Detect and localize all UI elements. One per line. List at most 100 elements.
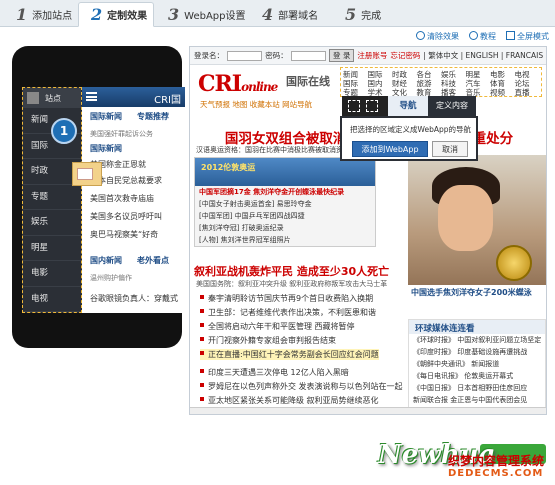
news-bullet[interactable]: 正在直播:中国红十字会常务副会长回应红会问题 <box>208 350 379 359</box>
mobile-tabs-2: 国内新闻 老外看点 <box>90 255 184 271</box>
clear-icon <box>416 31 425 40</box>
site-nav-item[interactable]: 电视 <box>515 70 540 79</box>
site-nav-item[interactable]: 国内 <box>368 79 393 88</box>
media-box: 环球媒体连连看 《环球时报》 中国对叙利亚问题立场坚定 《印度时报》 印度基础设… <box>408 319 546 414</box>
site-nav-item[interactable]: 明星 <box>466 70 491 79</box>
mobile-tab[interactable]: 国内新闻 <box>90 255 137 271</box>
news-bullet[interactable]: 秦宇清明聆访节国庆节再9个首日收费陷入换期 <box>208 294 373 303</box>
site-nav-item[interactable]: 视频 <box>490 88 515 97</box>
logo-tail: online <box>241 80 278 94</box>
mobile-tab[interactable]: 专题推荐 <box>137 111 184 127</box>
site-nav-item[interactable]: 旅游 <box>417 79 442 88</box>
media-row[interactable]: 《印度时报》 印度基础设施再遭挑战 <box>409 346 545 358</box>
login-user-input[interactable] <box>227 50 263 61</box>
login-user-label: 登录名： <box>194 51 224 60</box>
mobile-line[interactable]: 美国首次救寺庙庙 <box>90 193 154 204</box>
add-to-webapp-button[interactable]: 添加到WebApp <box>352 141 428 157</box>
step-webapp-settings[interactable]: 3 WebApp设置 <box>156 2 248 27</box>
site-nav-item[interactable]: 各台 <box>417 70 442 79</box>
red-headline[interactable]: 叙利亚战机轰炸平民 造成至少30人死亡 <box>194 263 389 279</box>
mobile-line[interactable]: 谷歌眼镜负真人：穿戴式 <box>90 293 178 304</box>
olympics-line[interactable]: [中国军团] 中国乒乓军团四战四捷 <box>195 210 375 222</box>
watermark-text: 织梦内容管理系统 <box>448 454 545 468</box>
news-bullet[interactable]: 卫生部：记者维维代表作出决策，不利医患和谐 <box>208 308 376 317</box>
mobile-nav-item[interactable]: 电视 <box>23 287 81 312</box>
wizard-root: { "steps":[ {"num":"1","label":"添加站点"}, … <box>0 0 555 485</box>
step-badge: 1 <box>51 118 77 144</box>
olympics-line[interactable]: [人物] 焦刘洋世界冠军组照片 <box>195 234 375 246</box>
step-add-site[interactable]: 1 添加站点 <box>4 2 76 27</box>
help-label: 教程 <box>480 32 496 41</box>
site-nav-item[interactable]: 科技 <box>441 79 466 88</box>
fullscreen-button[interactable]: 全屏模式 <box>506 31 549 42</box>
steps-bar: 1 添加站点 2 定制效果 3 WebApp设置 4 部署域名 5 完成 <box>0 0 555 27</box>
register-link[interactable]: 注册账号 <box>357 50 387 61</box>
olympics-line[interactable]: [中国女子射击奥运首金] 易思玲夺金 <box>195 198 375 210</box>
news-bullet[interactable]: 印度三天遭遇三次停电 12亿人陷入黑暗 <box>208 368 349 377</box>
site-quick-links[interactable]: 天气预报 地图 收藏本站 网站导航 <box>200 99 312 110</box>
news-bullet[interactable]: 开门视察外籍专家组会审判报告结束 <box>208 336 336 345</box>
site-nav-item[interactable]: 新闻 <box>343 70 368 79</box>
step-label: 定制效果 <box>107 11 148 22</box>
language-links[interactable]: | 繁体中文 | ENGLISH | FRANCAIS | <box>423 50 546 61</box>
tab-navigation[interactable]: 导航 <box>388 96 428 116</box>
clear-effect-button[interactable]: 清除效果 <box>416 31 459 42</box>
step-customize[interactable]: 2 定制效果 <box>78 2 154 27</box>
card-icon <box>72 162 102 186</box>
mobile-tab[interactable]: 国际新闻 <box>90 111 137 127</box>
site-logo[interactable]: CRIonline <box>198 71 278 97</box>
olympics-title[interactable]: 中国军团摘17金 焦刘洋夺金开创蝶泳最快纪录 <box>195 186 375 198</box>
mobile-line[interactable]: 奥巴马视察美“好奇 <box>90 229 158 240</box>
horizontal-scrollbar[interactable] <box>190 407 546 414</box>
login-button[interactable]: 登 录 <box>328 49 355 62</box>
olympics-line[interactable]: [焦刘洋夺冠] 打破奥运纪录 <box>195 222 375 234</box>
mobile-nav-item[interactable]: 明星 <box>23 236 81 261</box>
site-nav-item[interactable]: 国际 <box>368 70 393 79</box>
mobile-line: 温州购护偏作 <box>90 274 132 282</box>
mobile-home[interactable]: 站点 <box>23 88 81 108</box>
media-row[interactable]: 《朝鲜中央通讯》 新闻报道 <box>409 358 545 370</box>
mobile-line[interactable]: 美国多名议员呼吁叫 <box>90 211 162 222</box>
olympics-box: 2012伦敦奥运 中国军团摘17金 焦刘洋夺金开创蝶泳最快纪录 [中国女子射击奥… <box>194 157 376 247</box>
media-row[interactable]: 《每日电讯报》 伦敦奥运开幕式 <box>409 370 545 382</box>
olympics-year: 2012伦敦奥运 <box>201 163 256 172</box>
red-subheadline[interactable]: 美国国务院：叙利亚冲突升级 叙利亚政府称叛军攻击大马士革 <box>196 279 387 289</box>
forgot-link[interactable]: 忘记密码 <box>390 50 420 61</box>
mobile-header: CRI国 <box>82 87 185 107</box>
mobile-nav-item[interactable]: 专题 <box>23 185 81 210</box>
bullet-icon <box>200 369 204 373</box>
news-bullet[interactable]: 罗姆尼在以色列声称外交 发表演说称与以色列站在一起 <box>208 382 403 391</box>
menu-icon[interactable] <box>86 92 97 101</box>
media-row[interactable]: 《环球时报》 中国对叙利亚问题立场坚定 <box>409 334 545 346</box>
media-row[interactable]: 《中国日报》 日本首相野田佳彦回应 <box>409 382 545 394</box>
site-nav-item[interactable]: 论坛 <box>515 79 540 88</box>
step-finish[interactable]: 5 完成 <box>333 2 393 27</box>
site-nav-item[interactable]: 时政 <box>392 70 417 79</box>
site-nav-item[interactable]: 体育 <box>490 79 515 88</box>
mobile-nav-item[interactable]: 娱乐 <box>23 210 81 236</box>
site-nav-item[interactable]: 直播 <box>515 88 540 97</box>
site-nav-item[interactable]: 财经 <box>392 79 417 88</box>
news-photo[interactable]: 中国选手焦刘洋夺女子200米蝶泳 <box>408 155 546 299</box>
logo-main: CRI <box>198 71 242 97</box>
site-nav-item[interactable]: 电影 <box>490 70 515 79</box>
news-bullet[interactable]: 全国将启动六年干和平医管理 西藏将暂停 <box>208 322 355 331</box>
site-nav-item[interactable]: 国际 <box>343 79 368 88</box>
step-deploy-domain[interactable]: 4 部署域名 <box>250 2 330 27</box>
site-nav-item[interactable]: 汽车 <box>466 79 491 88</box>
photo-caption: 中国选手焦刘洋夺女子200米蝶泳 <box>408 285 546 299</box>
expand-area-icon[interactable] <box>366 100 378 112</box>
media-row[interactable]: 新闻联合报 金正恩与中国代表团会见 <box>409 394 545 406</box>
select-area-icon[interactable] <box>348 100 360 112</box>
news-bullet[interactable]: 亚太地区紧张关系可能降级 叙利亚局势继续恶化 <box>208 396 379 405</box>
clear-label: 清除效果 <box>427 32 459 41</box>
bullet-icon <box>200 337 204 341</box>
cancel-button[interactable]: 取消 <box>432 141 468 157</box>
tab-define-content[interactable]: 定义内容 <box>428 96 476 116</box>
site-nav-grid[interactable]: 新闻 国际 时政 各台 娱乐 明星 电影 电视 国际 国内 财经 旅游 科技 汽… <box>340 67 542 97</box>
site-nav-item[interactable]: 娱乐 <box>441 70 466 79</box>
login-pass-input[interactable] <box>290 50 326 61</box>
mobile-tab[interactable]: 老外看点 <box>137 255 184 271</box>
mobile-nav-item[interactable]: 电影 <box>23 261 81 287</box>
help-button[interactable]: 教程 <box>469 31 496 42</box>
